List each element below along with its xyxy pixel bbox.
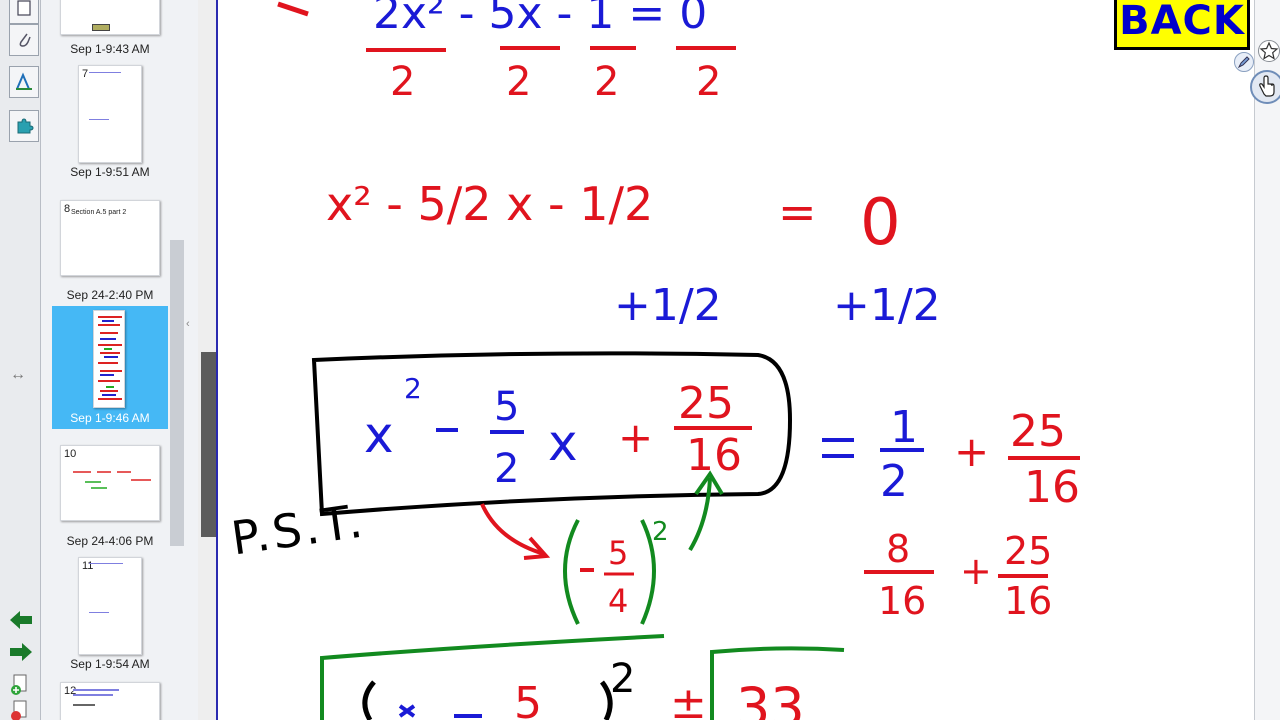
thumbnail-ink <box>73 704 95 706</box>
whiteboard-canvas[interactable]: 2x² - 5x - 1 = 0 2 2 2 2 x² - 5/2 x - 1/… <box>218 0 1254 720</box>
sum-den: 16 <box>878 579 926 623</box>
rhs-den: 16 <box>1024 462 1080 513</box>
properties-icon <box>16 72 32 90</box>
page-thumbnail[interactable]: 12 <box>60 682 160 720</box>
thumbnail-ink <box>73 471 151 489</box>
plus-sign: + <box>618 413 653 462</box>
sum-num: 25 <box>1004 529 1052 573</box>
final-value: 33 <box>736 676 805 720</box>
thumbnail-ink <box>73 694 113 696</box>
pen-tool-icon[interactable] <box>1234 52 1254 72</box>
collapse-chevron-icon[interactable]: ‹ <box>186 318 190 330</box>
page-thumbnail-selected[interactable] <box>93 310 125 408</box>
add-den: 16 <box>686 430 742 481</box>
resize-arrows-icon[interactable]: ↔ <box>10 366 26 384</box>
equals-sign: = <box>778 185 817 239</box>
page-thumbnail[interactable]: 11 <box>78 557 142 655</box>
page-number: 11 <box>82 560 94 572</box>
page-thumbnail[interactable] <box>60 0 160 35</box>
plus-sign: + <box>960 549 992 593</box>
puzzle-icon <box>17 118 34 134</box>
plus-sign: + <box>954 427 989 476</box>
page-timestamp: Sep 1-9:46 AM <box>70 411 150 425</box>
addons-tab[interactable] <box>9 110 39 142</box>
page-sorter-icon <box>17 0 31 16</box>
equation-2: x² - 5/2 x - 1/2 <box>326 177 653 231</box>
term-x: x <box>548 414 578 472</box>
page-timestamp: Sep 24-2:40 PM <box>66 288 154 302</box>
term-exponent: 2 <box>404 372 422 405</box>
right-tool-strip <box>1254 0 1280 720</box>
smart-notebook-window: ↔ Sep 1-9:43 AM 7 Sep 1-9:51 AM 8 Sectio… <box>0 0 1280 720</box>
page-number: 7 <box>82 68 89 80</box>
thumbnail-shape <box>92 24 110 31</box>
frac-num: 5 <box>494 384 519 430</box>
paren-stroke <box>362 680 376 720</box>
square-exponent: 2 <box>652 517 669 547</box>
thumbnail-ink <box>73 689 119 691</box>
page-sorter-tab[interactable] <box>9 0 39 24</box>
thumbnail-ink <box>89 612 109 613</box>
properties-tab[interactable] <box>9 66 39 98</box>
denominator: 2 <box>696 59 721 105</box>
add-num: 25 <box>678 378 734 429</box>
page-number: 8 <box>64 203 71 215</box>
equals-sign <box>822 438 854 458</box>
rhs-num: 1 <box>890 402 918 453</box>
page-timestamp: Sep 1-9:51 AM <box>70 165 150 179</box>
x-stroke <box>398 704 416 718</box>
rhs-num: 25 <box>1010 406 1066 457</box>
page-thumbnail[interactable]: 10 <box>60 445 160 521</box>
final-exponent: 2 <box>610 656 635 702</box>
paren-stroke <box>599 680 613 720</box>
denominator: 2 <box>506 59 531 105</box>
page-thumbnail[interactable]: 8 Section A.5 part 2 <box>60 200 160 276</box>
frac-den: 2 <box>494 446 519 492</box>
previous-page-arrow-icon[interactable] <box>8 609 34 631</box>
sorter-scrollbar[interactable] <box>170 240 184 546</box>
page-title: Section A.5 part 2 <box>71 209 127 216</box>
half-den: 4 <box>608 582 628 620</box>
attachments-tab[interactable] <box>9 24 39 56</box>
page-timestamp: Sep 24-4:06 PM <box>66 534 154 548</box>
sum-num: 8 <box>886 527 910 571</box>
side-toolbar <box>0 0 41 720</box>
thumbnail-ink <box>89 563 123 564</box>
page-timestamp: Sep 1-9:54 AM <box>70 657 150 671</box>
half-num: 5 <box>608 534 628 572</box>
page-thumbnail[interactable]: 7 <box>78 65 142 163</box>
add-half-right: +1/2 <box>833 280 941 331</box>
ink-stroke <box>277 1 309 17</box>
denominator: 2 <box>594 59 619 105</box>
paperclip-icon <box>19 33 31 47</box>
splitter-handle[interactable] <box>201 352 216 537</box>
left-paren <box>563 519 580 625</box>
delete-page-icon[interactable] <box>10 700 30 720</box>
final-five: 5 <box>514 678 542 720</box>
term-x: x <box>364 406 394 464</box>
equation-2-rhs: 0 <box>860 186 901 260</box>
favorites-star-icon[interactable] <box>1258 40 1280 62</box>
sum-den: 16 <box>1004 579 1052 623</box>
thumbnail-ink <box>98 316 122 400</box>
add-half-left: +1/2 <box>614 280 722 331</box>
handwriting-ink: 2x² - 5x - 1 = 0 2 2 2 2 x² - 5/2 x - 1/… <box>277 0 1080 720</box>
arrow-stroke <box>480 503 545 556</box>
back-button[interactable]: BACK <box>1114 0 1250 50</box>
rhs-den: 2 <box>880 456 908 507</box>
page-timestamp: Sep 1-9:43 AM <box>70 42 150 56</box>
next-page-arrow-icon[interactable] <box>8 641 34 663</box>
denominator: 2 <box>390 59 415 105</box>
thumbnail-ink <box>89 72 121 73</box>
fraction-bars <box>366 46 736 52</box>
plus-minus: ± <box>670 678 707 720</box>
equation-1: 2x² - 5x - 1 = 0 <box>373 0 707 39</box>
thumbnail-ink <box>89 119 109 120</box>
hand-select-icon[interactable] <box>1250 70 1280 104</box>
add-page-icon[interactable] <box>10 674 30 696</box>
